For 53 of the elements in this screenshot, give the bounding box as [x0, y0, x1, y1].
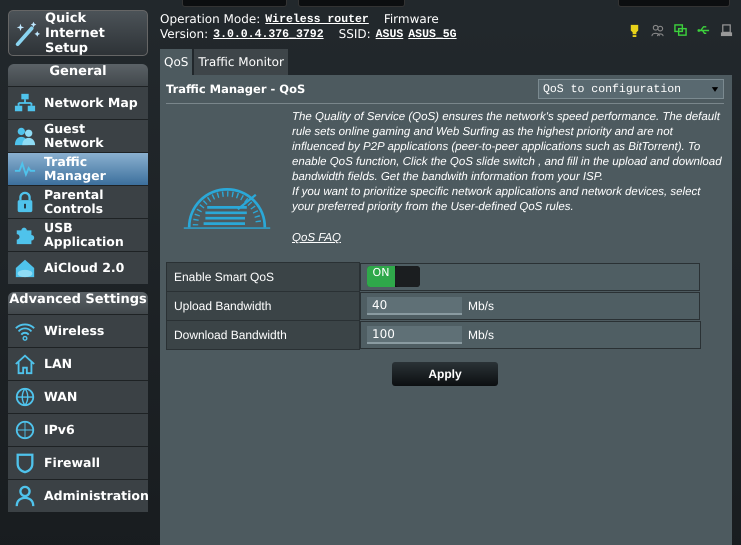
mode-dropdown[interactable]: QoS to configuration	[538, 79, 724, 99]
description-text: If you want to prioritize specific network applications and network devices, select your preferred priority from the User-defined QoS rules.	[292, 185, 702, 215]
faq-link[interactable]: QoS FAQ	[292, 231, 341, 246]
unit-label: Mb/s	[468, 298, 494, 312]
sidebar-item[interactable]: WAN	[8, 380, 148, 413]
lightbulb-icon[interactable]	[628, 24, 641, 37]
unit-label: Mb/s	[468, 328, 494, 342]
sidebar-item[interactable]: AiCloud 2.0	[8, 251, 148, 284]
setting-label: Download Bandwidth	[166, 320, 360, 350]
caret-icon	[711, 86, 719, 92]
section-header: General	[8, 64, 148, 86]
sidebar-item[interactable]: Network Map	[8, 86, 148, 119]
bandwidth-input[interactable]: 40	[367, 296, 462, 314]
firmware-label: Firmware	[384, 12, 439, 27]
operation-mode-label: Operation Mode:	[160, 12, 260, 27]
usb-icon[interactable]	[697, 24, 710, 37]
globe-icon	[14, 386, 36, 408]
sidebar-item[interactable]: Firewall	[8, 446, 148, 479]
sidebar-item[interactable]: Traffic Manager	[8, 152, 148, 185]
house-icon	[14, 353, 36, 375]
quick-setup-button[interactable]: Quick Internet Setup	[8, 10, 148, 56]
devices-icon[interactable]	[674, 24, 687, 37]
ssid-link[interactable]: ASUS	[376, 27, 404, 42]
apply-button[interactable]: Apply	[392, 362, 498, 386]
bandwidth-input[interactable]: 100	[367, 326, 462, 344]
printer-icon[interactable]	[720, 24, 733, 37]
sidebar-item[interactable]: Guest Network	[8, 119, 148, 152]
section-header: Advanced Settings	[8, 292, 148, 314]
pulse-icon	[14, 158, 36, 180]
ipv6-globe-icon	[14, 419, 36, 441]
person-icon	[14, 485, 36, 507]
description-text: The Quality of Service (QoS) ensures the network's speed performance. The default rule sets online gaming and Web Surfing as the highest priority and are not influenced by P2P applications (peer-to-peer applications such as BitTorrent). To enable QoS function, Click the QoS slide switch , and fill in the upload and download bandwidth fields. Get the bandwith information from your ISP.	[292, 110, 723, 185]
people-icon	[14, 125, 36, 147]
ssid-link[interactable]: ASUS_5G	[408, 27, 457, 42]
sidebar-item[interactable]: USB Application	[8, 218, 148, 251]
magic-wand-icon	[13, 19, 41, 47]
ssid-label: SSID:	[338, 27, 371, 42]
sidebar-item[interactable]: Administration	[8, 479, 148, 512]
sidebar-item[interactable]: Parental Controls	[8, 185, 148, 218]
panel-title: Traffic Manager - QoS	[166, 82, 306, 96]
shield-icon	[14, 452, 36, 474]
setting-label: Enable Smart QoS	[166, 262, 360, 292]
tab[interactable]: Traffic Monitor	[194, 49, 288, 75]
sidebar-item[interactable]: LAN	[8, 347, 148, 380]
operation-mode-link[interactable]: Wireless router	[265, 12, 369, 27]
sidebar-item[interactable]: IPv6	[8, 413, 148, 446]
sidebar-item[interactable]: Wireless	[8, 314, 148, 347]
tab[interactable]: QoS	[160, 49, 192, 75]
people-icon[interactable]	[651, 24, 664, 37]
setting-label: Upload Bandwidth	[166, 292, 360, 320]
firmware-version-link[interactable]: 3.0.0.4.376_3792	[213, 27, 324, 42]
version-label: Version:	[160, 27, 208, 42]
network-icon	[14, 92, 36, 114]
